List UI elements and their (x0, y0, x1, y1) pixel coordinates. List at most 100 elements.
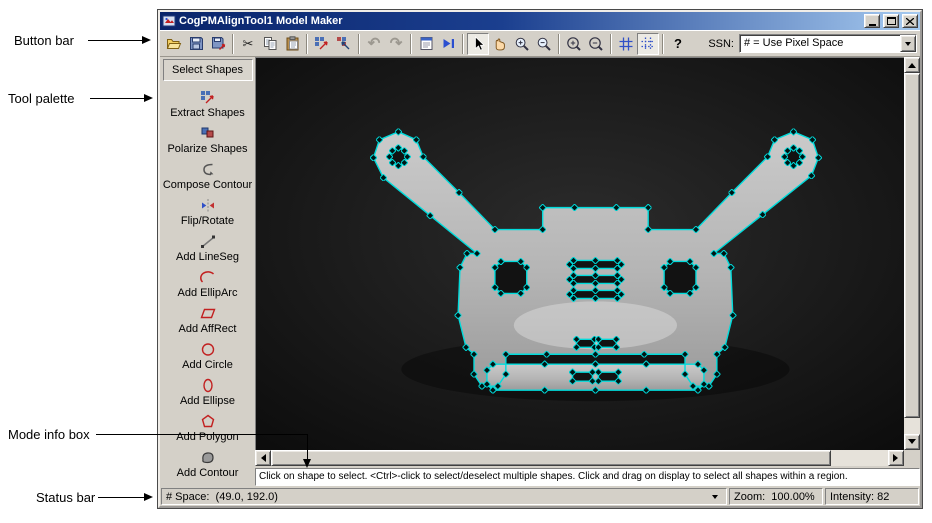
cut-button[interactable]: ✂ (237, 33, 259, 55)
status-bar: # Space: (49.0, 192.0) Zoom: 100.00% Int… (160, 486, 920, 506)
zoom-expand-button[interactable] (563, 33, 585, 55)
pointer-button[interactable] (467, 32, 489, 55)
close-button[interactable] (902, 14, 918, 28)
paste-icon (286, 36, 298, 51)
live-display-button[interactable] (437, 33, 459, 55)
vertical-scrollbar[interactable] (904, 57, 920, 450)
palette-item-extract-shapes[interactable]: Extract Shapes (160, 86, 255, 122)
figure-canvas: Button bar Tool palette Mode info box St… (0, 0, 932, 523)
save-button[interactable] (185, 33, 207, 55)
model-scene (256, 58, 904, 450)
button-bar: ✂ ↶ ↷ ? SSN: # = Use Pixel Space (160, 30, 920, 57)
grid-icon (619, 37, 633, 50)
palette-item-select-shapes[interactable]: Select Shapes (162, 59, 253, 81)
palette-item-polarize-shapes[interactable]: Polarize Shapes (160, 122, 255, 158)
palette-item-label: Add Contour (176, 466, 239, 479)
polarize-shapes-icon (201, 127, 213, 138)
extract-shapes-icon (315, 37, 328, 50)
scroll-down-button[interactable] (904, 434, 920, 450)
pan-button[interactable] (489, 33, 511, 55)
scroll-up-button[interactable] (904, 57, 920, 73)
grid-dotted-icon (641, 37, 655, 50)
scrollbar-corner (904, 450, 920, 466)
palette-item-add-elliparc[interactable]: Add EllipArc (160, 266, 255, 302)
scroll-right-button[interactable] (888, 450, 904, 466)
magnifier-reduce-icon (589, 36, 603, 51)
help-button[interactable]: ? (667, 33, 689, 55)
chevron-down-icon (905, 42, 911, 49)
extract-shapes-button[interactable] (311, 33, 333, 55)
zoom-reduce-button[interactable] (585, 33, 607, 55)
status-space-dropdown-button[interactable] (708, 490, 722, 504)
minimize-button[interactable] (864, 14, 880, 28)
ssn-label: SSN: (708, 37, 734, 50)
palette-item-label: Polarize Shapes (167, 142, 248, 155)
annotation-arrowhead-button-bar (142, 36, 151, 44)
palette-item-add-contour[interactable]: Add Contour (160, 446, 255, 482)
ssn-combobox-dropdown-button[interactable] (900, 35, 916, 52)
vertical-scroll-track[interactable] (904, 418, 920, 434)
pointer-icon (474, 35, 485, 51)
palette-item-add-lineseg[interactable]: Add LineSeg (160, 230, 255, 266)
maximize-button[interactable] (883, 14, 899, 28)
zoom-out-button[interactable] (533, 33, 555, 55)
toolbar-separator (662, 33, 664, 54)
palette-item-label: Add Circle (182, 358, 233, 371)
palette-item-add-polygon[interactable]: Add Polygon (160, 410, 255, 446)
vertical-scroll-thumb[interactable] (904, 73, 920, 418)
display-area: Click on shape to select. <Ctrl>-click t… (255, 57, 920, 486)
palette-item-compose-contour[interactable]: Compose Contour (160, 158, 255, 194)
palette-item-flip-rotate[interactable]: Flip/Rotate (160, 194, 255, 230)
title-bar[interactable]: CogPMAlignTool1 Model Maker (160, 12, 920, 30)
compose-contour-icon (202, 163, 213, 176)
polarize-shapes-button[interactable] (333, 33, 355, 55)
annotation-line-tool-palette (90, 98, 144, 99)
zoom-in-button[interactable] (511, 33, 533, 55)
ssn-combobox[interactable]: # = Use Pixel Space (739, 34, 917, 53)
horizontal-scrollbar[interactable] (255, 450, 904, 466)
ellipse-icon (202, 378, 213, 393)
palette-item-add-circle[interactable]: Add Circle (160, 338, 255, 374)
save-icon (189, 37, 203, 50)
open-folder-icon (166, 39, 182, 49)
redo-icon: ↷ (389, 35, 403, 52)
grid-button[interactable] (615, 33, 637, 55)
redo-button[interactable]: ↷ (385, 33, 407, 55)
horizontal-scroll-track[interactable] (831, 450, 888, 466)
extract-shapes-icon (200, 91, 214, 104)
ssn-group: SSN: # = Use Pixel Space (708, 34, 917, 53)
close-icon (906, 17, 914, 25)
save-image-icon (211, 37, 225, 50)
properties-button[interactable] (415, 33, 437, 55)
copy-button[interactable] (259, 33, 281, 55)
image-display[interactable] (255, 57, 904, 450)
elliparc-icon (199, 271, 214, 283)
hand-icon (495, 38, 505, 50)
magnifier-minus-icon (537, 37, 551, 51)
horizontal-scroll-thumb[interactable] (271, 450, 831, 466)
app-icon (162, 15, 176, 27)
palette-item-add-affrect[interactable]: Add AffRect (160, 302, 255, 338)
annotation-arrowhead-mode-info (303, 459, 311, 468)
play-bar-icon (443, 39, 454, 48)
annotation-line-button-bar (88, 40, 142, 41)
grid-snap-button[interactable] (637, 32, 659, 55)
paste-button[interactable] (281, 33, 303, 55)
undo-button[interactable]: ↶ (363, 33, 385, 55)
palette-item-label: Extract Shapes (170, 106, 245, 119)
annotation-arrowhead-status-bar (144, 493, 153, 501)
contour-icon (201, 452, 214, 464)
open-button[interactable] (163, 33, 185, 55)
chevron-down-icon (712, 495, 718, 502)
palette-item-label: Add Ellipse (179, 394, 236, 407)
triangle-right-icon (893, 454, 902, 462)
toolbar-separator (358, 33, 360, 54)
circle-icon (201, 343, 214, 356)
annotation-tool-palette: Tool palette (8, 91, 75, 106)
scroll-left-button[interactable] (255, 450, 271, 466)
save-image-button[interactable] (207, 33, 229, 55)
palette-item-label: Add Polygon (176, 430, 239, 443)
annotation-button-bar: Button bar (14, 33, 74, 48)
palette-item-add-ellipse[interactable]: Add Ellipse (160, 374, 255, 410)
window-title: CogPMAlignTool1 Model Maker (179, 15, 343, 27)
